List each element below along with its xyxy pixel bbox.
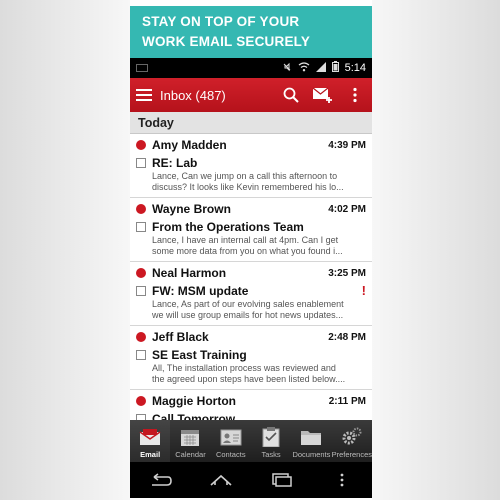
tab-calendar-label: Calendar [175,450,206,459]
promo-banner: STAY ON TOP OF YOUR WORK EMAIL SECURELY [130,6,372,58]
email-time: 4:02 PM [328,203,366,215]
email-sender: Maggie Horton [152,394,236,408]
phone-screen: 5:14 Inbox (487) Today Amy Madden 4:39 PM… [130,58,372,498]
silent-icon [282,62,292,75]
high-priority-icon: ! [361,283,366,298]
menu-icon[interactable] [136,89,152,101]
tab-contacts-label: Contacts [215,450,246,459]
email-preview: Lance, I have an internal call at 4pm. C… [136,235,366,257]
email-sender: Amy Madden [152,138,227,152]
banner-line-2: WORK EMAIL SECURELY [142,34,311,49]
documents-icon [299,426,323,448]
email-preview-line-1: Lance, I have an internal call at 4pm. C… [152,235,339,245]
email-row[interactable]: Amy Madden 4:39 PM RE: Lab Lance, Can we … [130,134,372,198]
notification-icon [136,64,148,72]
background-right [372,0,500,500]
email-preview-line-2: discuss? It looks like Kevin remembered … [152,182,344,192]
email-row[interactable]: Neal Harmon 3:25 PM FW: MSM update! Lance… [130,262,372,326]
email-list: Amy Madden 4:39 PM RE: Lab Lance, Can we … [130,134,372,454]
email-time: 4:39 PM [328,139,366,151]
tab-tasks[interactable]: Tasks [251,420,291,462]
tasks-icon [259,426,283,448]
preferences-icon [340,426,364,448]
email-preview: Lance, Can we jump on a call this aftern… [136,171,366,193]
compose-icon[interactable] [312,84,334,106]
inbox-title[interactable]: Inbox (487) [160,88,270,103]
email-time: 2:48 PM [328,331,366,343]
signal-icon [315,61,326,75]
nav-overflow-icon[interactable] [327,470,357,490]
unread-dot-icon [136,204,146,214]
email-checkbox[interactable] [136,285,146,296]
home-icon[interactable] [206,470,236,490]
email-icon [138,426,162,448]
email-preview-line-2: we will use group emails for hot news up… [152,310,344,320]
tab-email-label: Email [140,450,161,459]
email-checkbox[interactable] [136,221,146,232]
calendar-icon [178,426,202,448]
back-icon[interactable] [145,470,175,490]
tab-email[interactable]: Email [130,420,171,462]
email-sender: Neal Harmon [152,266,227,280]
status-bar: 5:14 [130,58,372,78]
unread-dot-icon [136,396,146,406]
wifi-icon [298,61,310,75]
overflow-menu-icon[interactable] [344,84,366,106]
status-time: 5:14 [344,62,366,74]
unread-dot-icon [136,332,146,342]
email-preview-line-1: All, The installation process was review… [152,363,336,373]
tab-documents-label: Documents [292,450,331,459]
email-preview-line-1: Lance, Can we jump on a call this aftern… [152,171,338,181]
unread-dot-icon [136,268,146,278]
email-row[interactable]: Jeff Black 2:48 PM SE East Training All, … [130,326,372,390]
tab-contacts[interactable]: Contacts [211,420,251,462]
recent-apps-icon[interactable] [266,470,296,490]
email-preview-line-2: some more data from you on what you foun… [152,246,343,256]
email-subject: SE East Training [152,347,247,362]
background-left [0,0,130,500]
email-preview-line-2: the agreed upon steps have been listed b… [152,374,346,384]
bottom-tab-bar: Email Calendar Contacts Tasks Documents [130,420,372,462]
search-icon[interactable] [280,84,302,106]
unread-dot-icon [136,140,146,150]
email-row[interactable]: Wayne Brown 4:02 PM From the Operations T… [130,198,372,262]
email-checkbox[interactable] [136,349,146,360]
tab-calendar[interactable]: Calendar [170,420,210,462]
system-nav-bar [130,462,372,498]
email-sender: Wayne Brown [152,202,231,216]
tab-preferences[interactable]: Preferences [332,420,372,462]
email-subject: FW: MSM update [152,283,249,298]
section-header-today: Today [130,112,372,134]
tab-preferences-label: Preferences [331,450,372,459]
email-subject: RE: Lab [152,155,198,170]
email-preview: All, The installation process was review… [136,363,366,385]
battery-icon [331,61,339,75]
email-checkbox[interactable] [136,157,146,168]
email-preview-line-1: Lance, As part of our evolving sales ena… [152,299,344,309]
email-sender: Jeff Black [152,330,209,344]
contacts-icon [219,426,243,448]
tab-tasks-label: Tasks [261,450,281,459]
banner-line-1: STAY ON TOP OF YOUR [142,14,300,29]
tab-documents[interactable]: Documents [291,420,331,462]
email-preview: Lance, As part of our evolving sales ena… [136,299,366,321]
email-time: 3:25 PM [328,267,366,279]
app-bar: Inbox (487) [130,78,372,112]
email-subject: From the Operations Team [152,219,304,234]
email-time: 2:11 PM [328,395,366,407]
